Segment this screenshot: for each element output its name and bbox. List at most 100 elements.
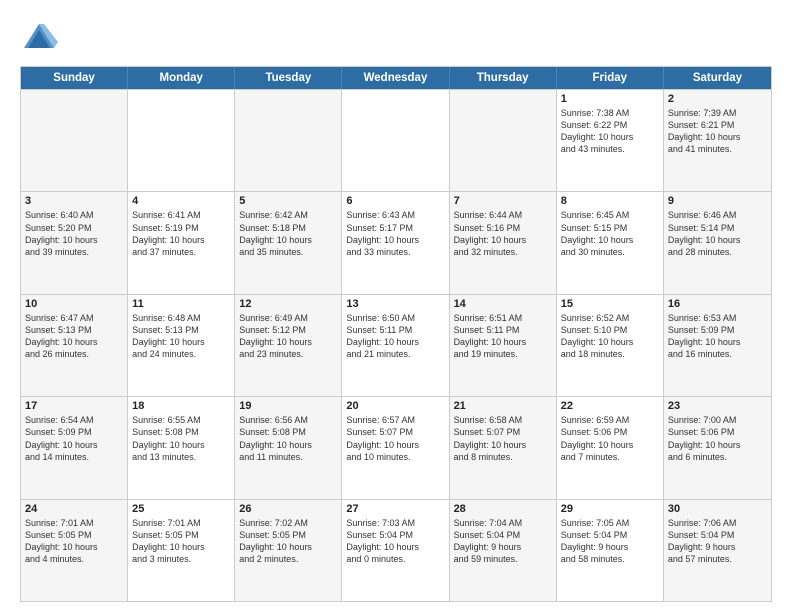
day-info: Sunrise: 7:04 AM Sunset: 5:04 PM Dayligh…: [454, 517, 552, 566]
day-number: 25: [132, 503, 230, 515]
day-info: Sunrise: 6:50 AM Sunset: 5:11 PM Dayligh…: [346, 312, 444, 361]
calendar-cell: 4 Sunrise: 6:41 AM Sunset: 5:19 PM Daylig…: [128, 192, 235, 293]
calendar-cell: 30 Sunrise: 7:06 AM Sunset: 5:04 PM Dayli…: [664, 500, 771, 601]
day-number: 21: [454, 400, 552, 412]
calendar-cell: 13 Sunrise: 6:50 AM Sunset: 5:11 PM Dayli…: [342, 295, 449, 396]
calendar-cell: 23 Sunrise: 7:00 AM Sunset: 5:06 PM Dayli…: [664, 397, 771, 498]
calendar-body: 1 Sunrise: 7:38 AM Sunset: 6:22 PM Daylig…: [21, 89, 771, 601]
day-number: 20: [346, 400, 444, 412]
day-number: 5: [239, 195, 337, 207]
day-number: 2: [668, 93, 767, 105]
day-info: Sunrise: 6:45 AM Sunset: 5:15 PM Dayligh…: [561, 209, 659, 258]
logo-icon: [20, 20, 58, 58]
day-number: 3: [25, 195, 123, 207]
day-info: Sunrise: 6:47 AM Sunset: 5:13 PM Dayligh…: [25, 312, 123, 361]
day-info: Sunrise: 7:38 AM Sunset: 6:22 PM Dayligh…: [561, 107, 659, 156]
calendar-cell: 18Sunrise: 6:55 AM Sunset: 5:08 PM Dayli…: [128, 397, 235, 498]
calendar-cell: 29 Sunrise: 7:05 AM Sunset: 5:04 PM Dayli…: [557, 500, 664, 601]
logo: [20, 20, 62, 58]
day-info: Sunrise: 6:44 AM Sunset: 5:16 PM Dayligh…: [454, 209, 552, 258]
calendar-cell: 20Sunrise: 6:57 AM Sunset: 5:07 PM Dayli…: [342, 397, 449, 498]
day-number: 7: [454, 195, 552, 207]
calendar-cell: 1 Sunrise: 7:38 AM Sunset: 6:22 PM Daylig…: [557, 90, 664, 191]
calendar-header-cell: Sunday: [21, 67, 128, 89]
day-info: Sunrise: 6:56 AM Sunset: 5:08 PM Dayligh…: [239, 414, 337, 463]
calendar-cell: 11 Sunrise: 6:48 AM Sunset: 5:13 PM Dayli…: [128, 295, 235, 396]
calendar-cell: [235, 90, 342, 191]
calendar-cell: 6 Sunrise: 6:43 AM Sunset: 5:17 PM Daylig…: [342, 192, 449, 293]
calendar-header-cell: Saturday: [664, 67, 771, 89]
day-number: 24: [25, 503, 123, 515]
day-number: 16: [668, 298, 767, 310]
day-number: 15: [561, 298, 659, 310]
day-info: Sunrise: 6:41 AM Sunset: 5:19 PM Dayligh…: [132, 209, 230, 258]
day-number: 12: [239, 298, 337, 310]
day-info: Sunrise: 6:51 AM Sunset: 5:11 PM Dayligh…: [454, 312, 552, 361]
day-number: 4: [132, 195, 230, 207]
day-info: Sunrise: 6:42 AM Sunset: 5:18 PM Dayligh…: [239, 209, 337, 258]
calendar-header-cell: Wednesday: [342, 67, 449, 89]
day-number: 27: [346, 503, 444, 515]
day-info: Sunrise: 6:58 AM Sunset: 5:07 PM Dayligh…: [454, 414, 552, 463]
calendar-cell: 12 Sunrise: 6:49 AM Sunset: 5:12 PM Dayli…: [235, 295, 342, 396]
day-info: Sunrise: 7:01 AM Sunset: 5:05 PM Dayligh…: [132, 517, 230, 566]
day-info: Sunrise: 6:52 AM Sunset: 5:10 PM Dayligh…: [561, 312, 659, 361]
calendar-week: 24 Sunrise: 7:01 AM Sunset: 5:05 PM Dayli…: [21, 499, 771, 601]
calendar-cell: 14 Sunrise: 6:51 AM Sunset: 5:11 PM Dayli…: [450, 295, 557, 396]
day-info: Sunrise: 6:40 AM Sunset: 5:20 PM Dayligh…: [25, 209, 123, 258]
day-info: Sunrise: 7:39 AM Sunset: 6:21 PM Dayligh…: [668, 107, 767, 156]
day-info: Sunrise: 6:46 AM Sunset: 5:14 PM Dayligh…: [668, 209, 767, 258]
calendar-cell: [450, 90, 557, 191]
day-info: Sunrise: 7:01 AM Sunset: 5:05 PM Dayligh…: [25, 517, 123, 566]
day-info: Sunrise: 6:54 AM Sunset: 5:09 PM Dayligh…: [25, 414, 123, 463]
day-info: Sunrise: 6:55 AM Sunset: 5:08 PM Dayligh…: [132, 414, 230, 463]
header: [20, 16, 772, 58]
day-number: 10: [25, 298, 123, 310]
calendar-header-cell: Thursday: [450, 67, 557, 89]
calendar-week: 1 Sunrise: 7:38 AM Sunset: 6:22 PM Daylig…: [21, 89, 771, 191]
day-info: Sunrise: 6:48 AM Sunset: 5:13 PM Dayligh…: [132, 312, 230, 361]
day-number: 11: [132, 298, 230, 310]
calendar-header-cell: Tuesday: [235, 67, 342, 89]
calendar-cell: 24 Sunrise: 7:01 AM Sunset: 5:05 PM Dayli…: [21, 500, 128, 601]
calendar-cell: 26Sunrise: 7:02 AM Sunset: 5:05 PM Dayli…: [235, 500, 342, 601]
day-info: Sunrise: 7:02 AM Sunset: 5:05 PM Dayligh…: [239, 517, 337, 566]
day-info: Sunrise: 6:43 AM Sunset: 5:17 PM Dayligh…: [346, 209, 444, 258]
day-number: 8: [561, 195, 659, 207]
calendar-cell: 3 Sunrise: 6:40 AM Sunset: 5:20 PM Daylig…: [21, 192, 128, 293]
day-info: Sunrise: 6:49 AM Sunset: 5:12 PM Dayligh…: [239, 312, 337, 361]
day-info: Sunrise: 7:06 AM Sunset: 5:04 PM Dayligh…: [668, 517, 767, 566]
day-info: Sunrise: 7:00 AM Sunset: 5:06 PM Dayligh…: [668, 414, 767, 463]
day-number: 22: [561, 400, 659, 412]
day-info: Sunrise: 7:03 AM Sunset: 5:04 PM Dayligh…: [346, 517, 444, 566]
calendar-cell: 21 Sunrise: 6:58 AM Sunset: 5:07 PM Dayli…: [450, 397, 557, 498]
day-number: 14: [454, 298, 552, 310]
day-number: 1: [561, 93, 659, 105]
page: SundayMondayTuesdayWednesdayThursdayFrid…: [0, 0, 792, 612]
calendar-cell: 7 Sunrise: 6:44 AM Sunset: 5:16 PM Daylig…: [450, 192, 557, 293]
calendar-cell: 2 Sunrise: 7:39 AM Sunset: 6:21 PM Daylig…: [664, 90, 771, 191]
calendar-header-cell: Monday: [128, 67, 235, 89]
day-number: 9: [668, 195, 767, 207]
day-info: Sunrise: 7:05 AM Sunset: 5:04 PM Dayligh…: [561, 517, 659, 566]
calendar-header: SundayMondayTuesdayWednesdayThursdayFrid…: [21, 67, 771, 89]
calendar-header-cell: Friday: [557, 67, 664, 89]
calendar-cell: 10 Sunrise: 6:47 AM Sunset: 5:13 PM Dayli…: [21, 295, 128, 396]
calendar-cell: 25 Sunrise: 7:01 AM Sunset: 5:05 PM Dayli…: [128, 500, 235, 601]
calendar-cell: [128, 90, 235, 191]
calendar-cell: 22Sunrise: 6:59 AM Sunset: 5:06 PM Dayli…: [557, 397, 664, 498]
calendar-cell: 8 Sunrise: 6:45 AM Sunset: 5:15 PM Daylig…: [557, 192, 664, 293]
calendar-cell: 19Sunrise: 6:56 AM Sunset: 5:08 PM Dayli…: [235, 397, 342, 498]
day-number: 6: [346, 195, 444, 207]
day-number: 17: [25, 400, 123, 412]
day-number: 29: [561, 503, 659, 515]
day-number: 13: [346, 298, 444, 310]
calendar-cell: 27 Sunrise: 7:03 AM Sunset: 5:04 PM Dayli…: [342, 500, 449, 601]
calendar: SundayMondayTuesdayWednesdayThursdayFrid…: [20, 66, 772, 602]
calendar-cell: 28Sunrise: 7:04 AM Sunset: 5:04 PM Dayli…: [450, 500, 557, 601]
calendar-cell: [342, 90, 449, 191]
calendar-cell: [21, 90, 128, 191]
day-info: Sunrise: 6:53 AM Sunset: 5:09 PM Dayligh…: [668, 312, 767, 361]
day-number: 30: [668, 503, 767, 515]
day-number: 23: [668, 400, 767, 412]
